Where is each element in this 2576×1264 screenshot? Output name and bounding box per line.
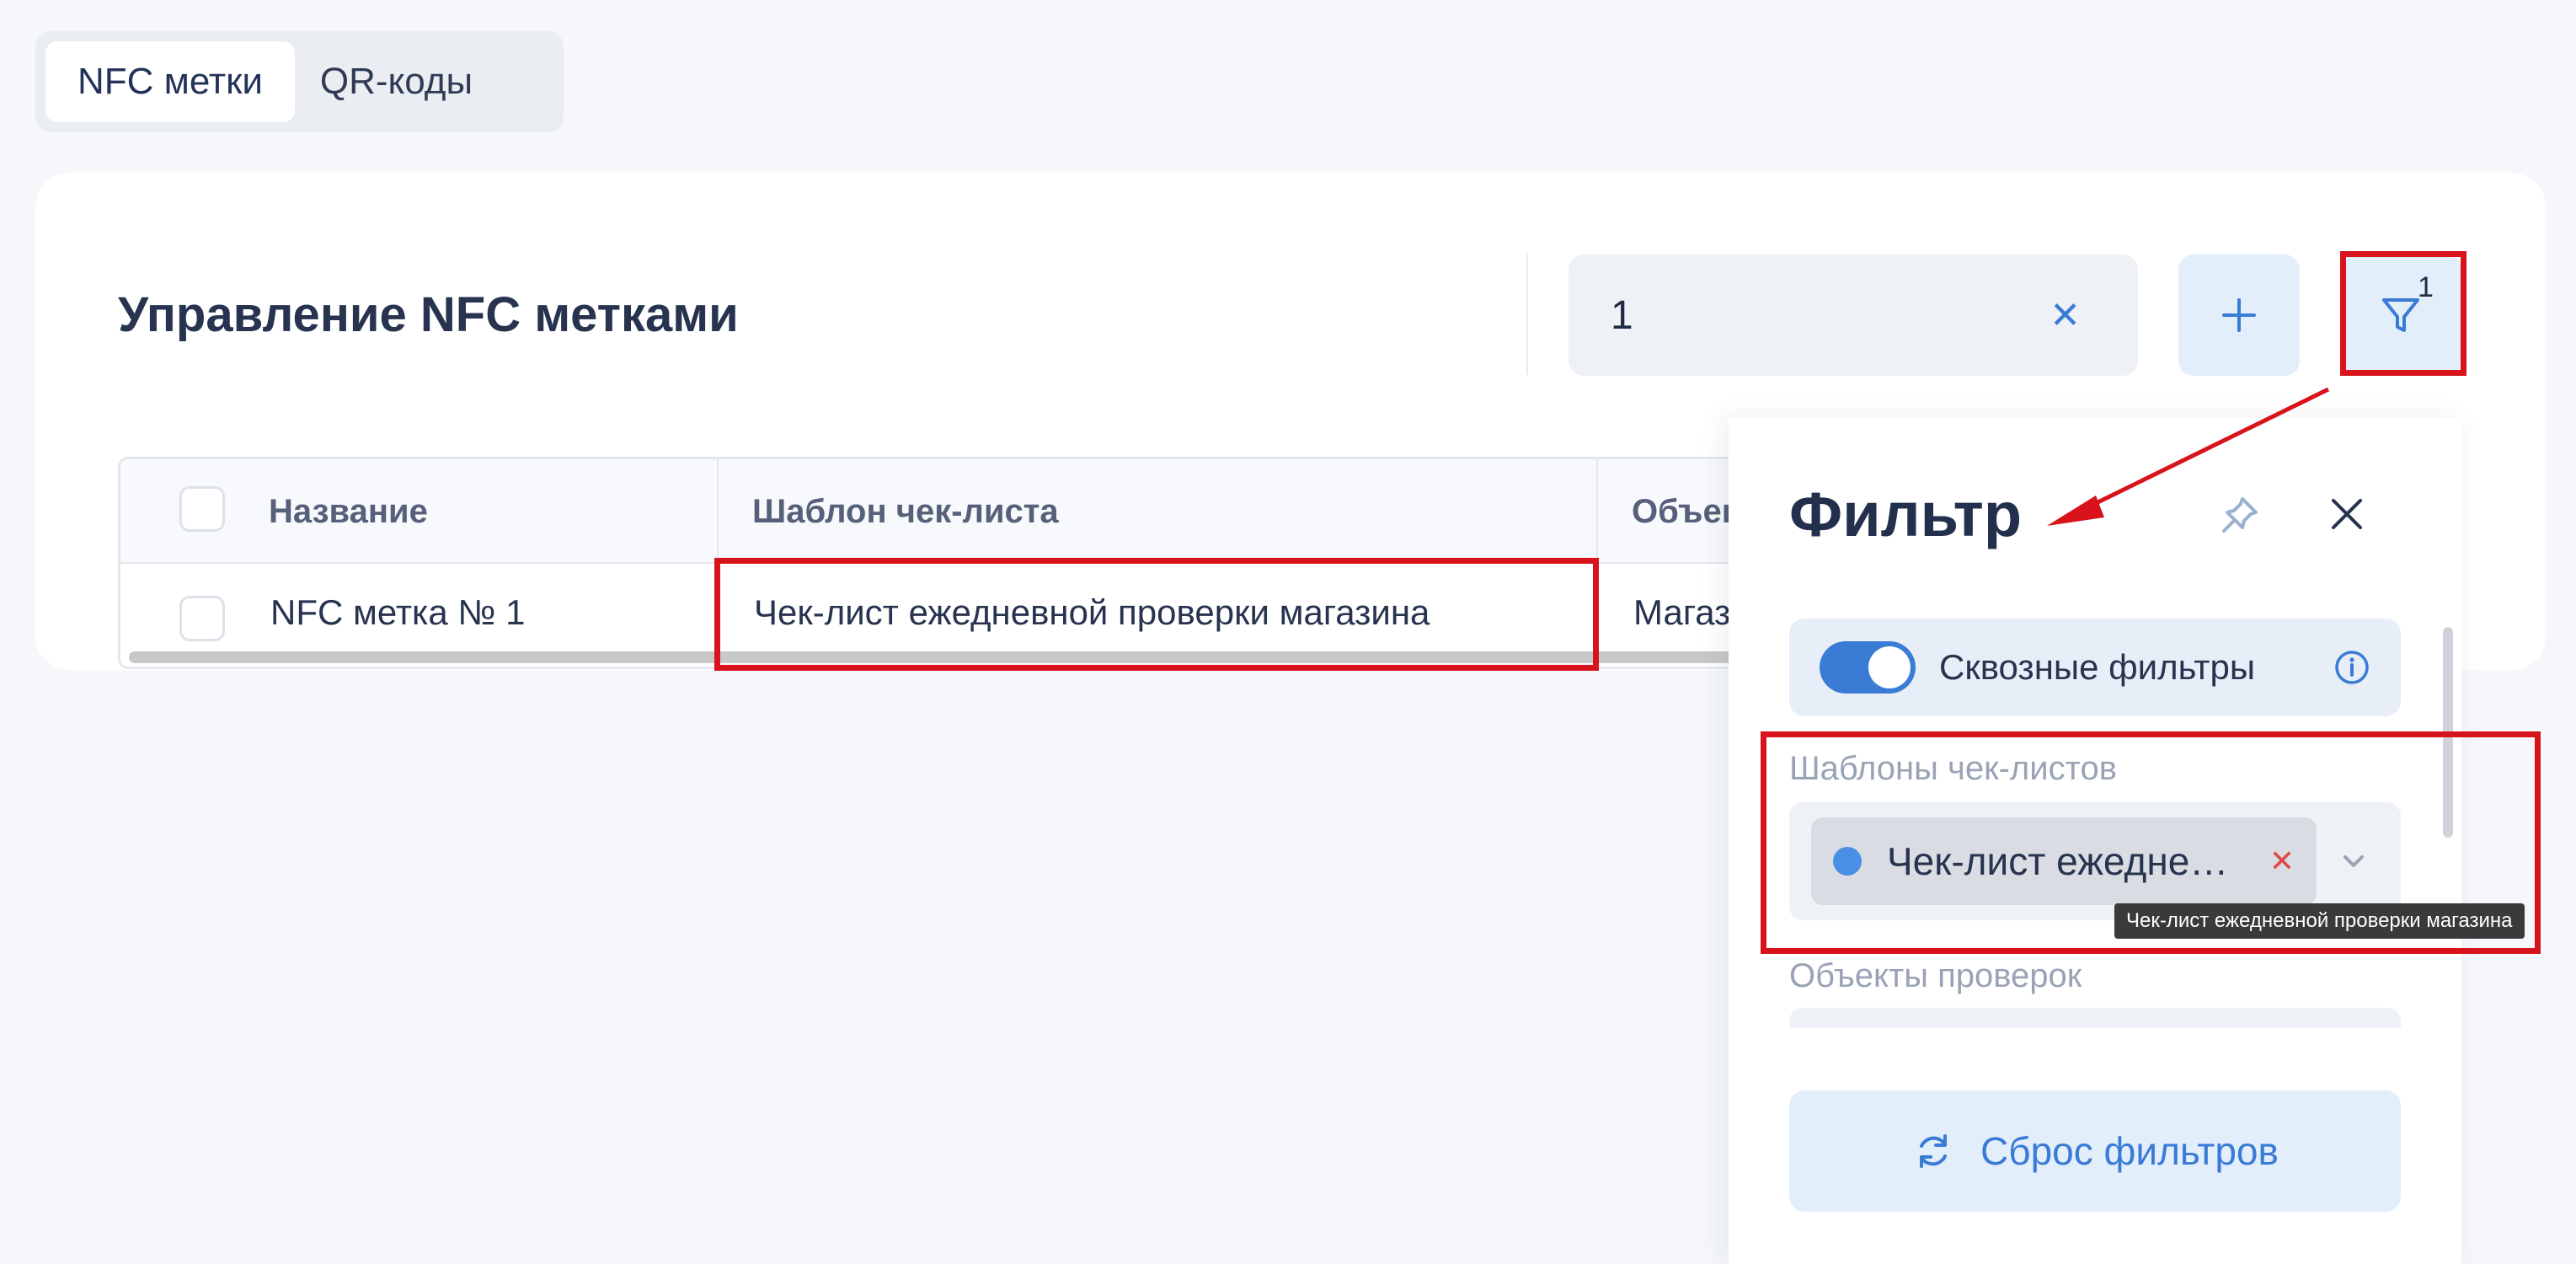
through-filters-row: Сквозные фильтры <box>1789 619 2401 716</box>
header-divider <box>1526 253 1528 375</box>
toggle-knob <box>1868 646 1911 688</box>
pin-icon[interactable] <box>2215 492 2263 539</box>
nfc-table: Название Шаблон чек-листа Объек NFC метк… <box>118 457 1803 669</box>
cell-template[interactable]: Чек-лист ежедневной проверки магазина <box>754 564 1430 661</box>
filter-panel: Фильтр Сквозные фильтры Шаблоны чек-лист… <box>1729 418 2461 1264</box>
reset-filters-button[interactable]: Сброс фильтров <box>1789 1090 2401 1212</box>
column-header-object[interactable]: Объек <box>1632 459 1739 564</box>
search-value[interactable]: 1 <box>1611 292 2050 339</box>
templates-select[interactable]: Чек-лист ежедне… ✕ <box>1789 802 2401 920</box>
panel-footer-divider <box>1729 1028 2461 1053</box>
reset-filters-label: Сброс фильтров <box>1980 1129 2279 1173</box>
column-separator <box>717 459 719 564</box>
filter-count-badge: 1 <box>2418 271 2434 303</box>
clear-search-icon[interactable]: ✕ <box>2050 294 2081 337</box>
through-filters-label: Сквозные фильтры <box>1939 647 2256 687</box>
cell-name[interactable]: NFC метка № 1 <box>270 564 525 661</box>
chip-remove-icon[interactable]: ✕ <box>2269 844 2295 879</box>
cell-object[interactable]: Магаз <box>1633 564 1730 661</box>
chip-tooltip: Чек-лист ежедневной проверки магазина <box>2114 903 2525 939</box>
horizontal-scrollbar[interactable] <box>129 651 1797 663</box>
page-title: Управление NFC метками <box>118 287 739 342</box>
filter-button[interactable] <box>2340 254 2461 376</box>
objects-select[interactable] <box>1789 1008 2401 1028</box>
panel-scrollbar[interactable] <box>2443 627 2453 838</box>
templates-label: Шаблоны чек-листов <box>1789 750 2117 787</box>
objects-label: Объекты проверок <box>1789 957 2082 994</box>
filter-panel-title: Фильтр <box>1789 479 2023 549</box>
info-icon[interactable] <box>2333 649 2370 686</box>
selected-template-chip[interactable]: Чек-лист ежедне… ✕ <box>1811 817 2317 905</box>
tab-qr[interactable]: QR-коды <box>295 41 498 122</box>
tab-nfc[interactable]: NFC метки <box>45 41 295 122</box>
filter-funnel-icon <box>2382 298 2419 332</box>
chip-text: Чек-лист ежедне… <box>1887 839 2229 883</box>
chevron-down-icon[interactable] <box>2340 849 2367 873</box>
column-header-name[interactable]: Название <box>269 459 428 564</box>
plus-icon <box>2222 298 2256 332</box>
through-filters-toggle[interactable] <box>1820 641 1916 694</box>
select-all-checkbox[interactable] <box>179 486 225 532</box>
column-separator <box>1596 459 1598 564</box>
close-icon[interactable] <box>2328 495 2365 533</box>
table-header: Название Шаблон чек-листа Объек <box>120 459 1800 564</box>
refresh-icon <box>1920 1134 1948 1168</box>
add-button[interactable] <box>2178 254 2300 376</box>
row-checkbox[interactable] <box>179 596 225 641</box>
column-header-template[interactable]: Шаблон чек-листа <box>752 459 1059 564</box>
chip-dot <box>1833 847 1862 876</box>
tab-bar: NFC метки QR-коды <box>35 31 564 132</box>
search-input[interactable]: 1 ✕ <box>1569 254 2138 376</box>
